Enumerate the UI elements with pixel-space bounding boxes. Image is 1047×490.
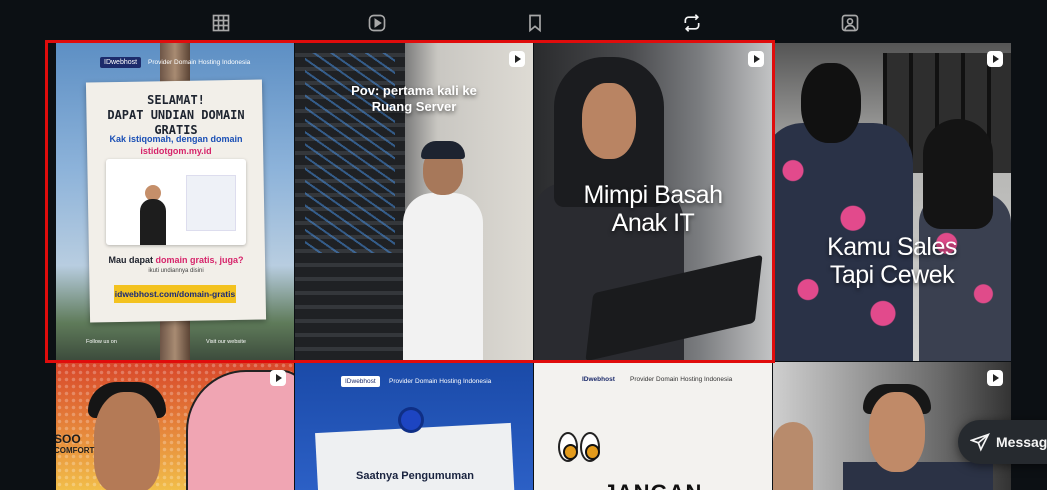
tagged-icon: [841, 14, 859, 32]
post-tile[interactable]: Pov: pertama kali ke Ruang Server: [295, 43, 533, 361]
message-label: Message: [996, 434, 1047, 450]
post-tile[interactable]: Mimpi Basah Anak IT: [534, 43, 772, 361]
tab-saved[interactable]: [524, 12, 546, 34]
poster-cta: idwebhost.com/domain-gratis: [114, 285, 236, 303]
eye-icon: [558, 432, 578, 462]
post-title: Saatnya Pengumuman: [356, 470, 474, 482]
poster-footer-left: Follow us on: [86, 339, 117, 345]
poster-title: SELAMAT! DAPAT UNDIAN DOMAIN GRATIS: [107, 93, 245, 137]
brand-subtitle: Provider Domain Hosting Indonesia: [630, 376, 733, 383]
poster-footer-right: Visit our website: [206, 339, 246, 345]
poster-hint: ikuti undiannya disini: [148, 268, 204, 274]
poster-question: Mau dapat domain gratis, juga?: [108, 255, 244, 265]
post-tile[interactable]: IDwebhost Provider Domain Hosting Indone…: [56, 43, 294, 361]
post-tile[interactable]: SOO COMFORT: [56, 362, 294, 490]
website-screenshot: [106, 159, 246, 245]
bookmark-icon: [529, 14, 541, 33]
brand-logo: IDwebhost: [582, 376, 615, 383]
post-headline: JANGAN: [534, 480, 772, 490]
brand-logo: IDwebhost: [341, 376, 380, 387]
post-caption-overlay: Kamu Sales Tapi Cewek: [827, 233, 957, 289]
message-button[interactable]: Message: [958, 420, 1047, 464]
reel-icon: [270, 370, 286, 386]
tab-reposts[interactable]: [681, 12, 703, 34]
pin-icon: [401, 410, 421, 430]
reel-icon: [987, 51, 1003, 67]
repost-icon: [684, 14, 700, 32]
reel-icon: [509, 51, 525, 67]
send-icon: [970, 433, 990, 452]
post-caption-overlay: Pov: pertama kali ke Ruang Server: [351, 83, 477, 114]
comic-text: SOO COMFORT: [56, 432, 95, 455]
winner-text: Kak istiqomah, dengan domain istidotgom.…: [109, 134, 243, 156]
brand-subtitle: Provider Domain Hosting Indonesia: [148, 59, 251, 66]
post-tile[interactable]: IDwebhost Provider Domain Hosting Indone…: [534, 362, 772, 490]
reels-icon: [368, 14, 386, 32]
grid-icon: [212, 14, 230, 32]
eye-icon: [580, 432, 600, 462]
post-caption-overlay: Mimpi Basah Anak IT: [583, 181, 724, 237]
post-tile[interactable]: IDwebhost Provider Domain Hosting Indone…: [295, 362, 533, 490]
post-tile[interactable]: Kamu Sales Tapi Cewek: [773, 43, 1011, 361]
tab-posts[interactable]: [210, 12, 232, 34]
tab-tagged[interactable]: [839, 12, 861, 34]
brand-subtitle: Provider Domain Hosting Indonesia: [389, 378, 492, 385]
post-grid: IDwebhost Provider Domain Hosting Indone…: [56, 43, 1014, 490]
profile-tabs: [0, 0, 1047, 42]
reel-icon: [987, 370, 1003, 386]
reel-icon: [748, 51, 764, 67]
profile-grid-view: IDwebhost Provider Domain Hosting Indone…: [0, 0, 1047, 490]
tab-reels[interactable]: [366, 12, 388, 34]
brand-logo: IDwebhost: [100, 57, 142, 68]
